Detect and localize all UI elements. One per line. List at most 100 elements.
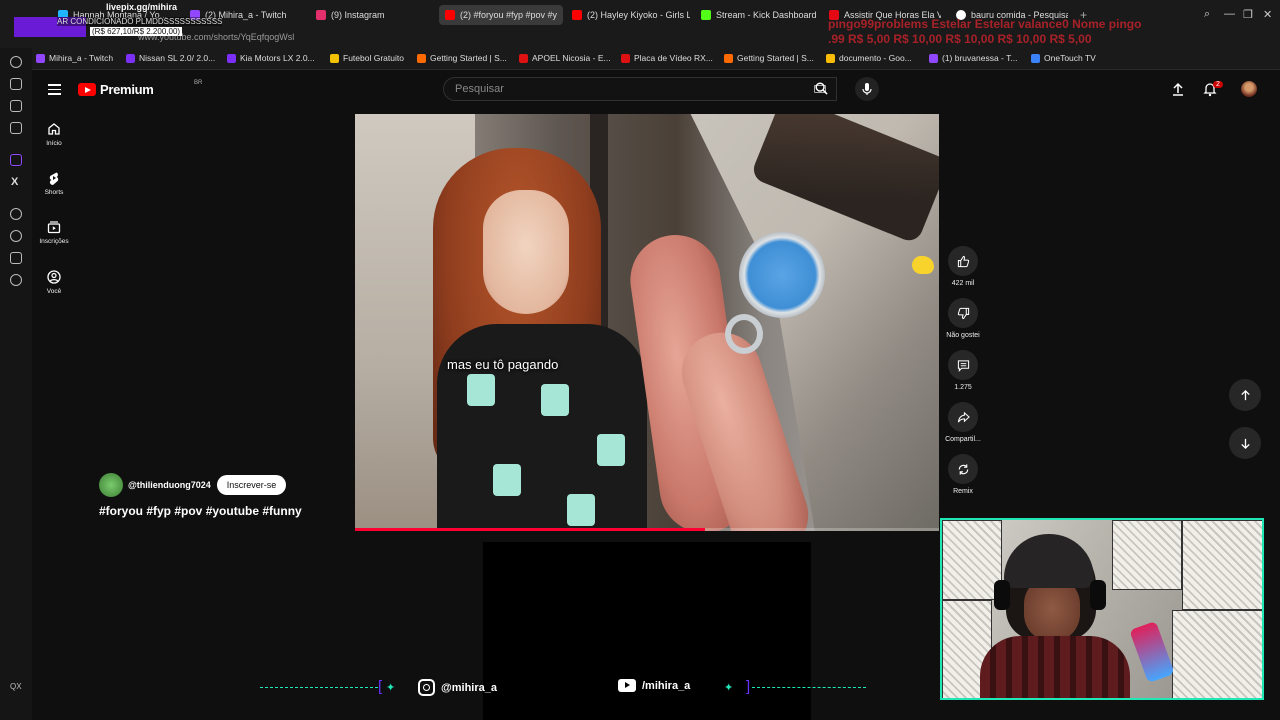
next-short-button[interactable] [1229, 427, 1261, 459]
menu-icon[interactable] [48, 84, 61, 95]
bookmark-item[interactable]: Nissan SL 2.0/ 2.0... [126, 53, 215, 63]
bookmark-label: documento - Goo... [839, 53, 912, 63]
decor-bracket: [ [378, 678, 383, 695]
dislike-button[interactable] [948, 298, 978, 328]
remix-button[interactable] [948, 454, 978, 484]
video-hashtags[interactable]: #foryou #fyp #pov #youtube #funny [99, 504, 302, 518]
youtube-icon [445, 10, 455, 20]
channel-name[interactable]: @thilienduong7024 [128, 480, 211, 490]
youtube-logo[interactable]: Premium BR [78, 80, 202, 97]
extensions-icon[interactable] [10, 78, 22, 90]
bookmark-item[interactable]: Futebol Gratuito [330, 53, 404, 63]
history-icon[interactable] [10, 56, 22, 68]
shorts-video-player[interactable]: mas eu tô pagando [355, 114, 939, 531]
settings-icon[interactable] [10, 274, 22, 286]
channel-info: @thilienduong7024 Inscrever-se [99, 473, 287, 497]
youtube-nav: Início Shorts Inscrições Você [32, 110, 76, 710]
microphone [1129, 620, 1175, 684]
bookmark-item[interactable]: Placa de Vídeo RX... [621, 53, 713, 63]
player-icon[interactable] [10, 208, 22, 220]
dislike-label: Não gostei [946, 332, 980, 339]
video-ring-band [725, 314, 763, 354]
remix-label: Remix [953, 488, 973, 495]
bookmark-label: Getting Started | S... [737, 53, 814, 63]
decor-bracket: ] [746, 678, 751, 695]
bookmark-item[interactable]: (1) bruvanessa - T... [929, 53, 1017, 63]
bookmark-item[interactable]: OneTouch TV [1031, 53, 1096, 63]
user-icon [47, 270, 61, 284]
bookmark-item[interactable]: documento - Goo... [826, 53, 912, 63]
tab-label: (9) Instagram [331, 10, 385, 20]
puzzle-icon[interactable] [10, 252, 22, 264]
search-tabs-icon[interactable]: ⌕ [1204, 8, 1210, 21]
youtube-text: /mihira_a [642, 679, 691, 692]
youtube-header: Premium BR Pesquisar 2 [32, 70, 1280, 110]
sparkle-icon: ✦ [386, 682, 396, 694]
subscribe-button[interactable]: Inscrever-se [216, 475, 287, 495]
collections-icon[interactable] [10, 100, 22, 112]
tab-instagram[interactable]: (9) Instagram [316, 6, 385, 24]
shirt-print [567, 494, 595, 526]
comments-count: 1.275 [954, 384, 972, 391]
remix-action: Remix [941, 454, 985, 495]
clock-icon[interactable] [10, 230, 22, 242]
x-icon[interactable]: X [11, 176, 23, 188]
voice-search-button[interactable] [855, 77, 879, 101]
close-icon[interactable]: ✕ [1263, 8, 1272, 21]
bookmark-item[interactable]: Getting Started | S... [417, 53, 507, 63]
mic-icon [862, 83, 872, 95]
nav-you[interactable]: Você [32, 270, 76, 295]
decor-line [752, 687, 866, 688]
like-button[interactable] [948, 246, 978, 276]
bookmark-item[interactable]: Kia Motors LX 2.0... [227, 53, 315, 63]
shirt-print [541, 384, 569, 416]
thumbs-down-icon [957, 307, 969, 319]
wall-poster [942, 520, 1002, 600]
instagram-text: @mihira_a [441, 681, 497, 694]
tv-icon [1031, 53, 1040, 63]
bookmark-item[interactable]: Mihira_a - Twitch [36, 53, 113, 63]
remix-icon [958, 463, 968, 475]
comments-action: 1.275 [941, 350, 985, 391]
account-avatar[interactable] [1241, 81, 1257, 97]
bookmark-item[interactable]: Getting Started | S... [724, 53, 814, 63]
search-input[interactable]: Pesquisar [443, 77, 837, 101]
upload-icon[interactable] [1171, 82, 1185, 96]
video-progress-bar[interactable] [355, 528, 939, 531]
previous-short-button[interactable] [1229, 379, 1261, 411]
tab-label: (2) Hayley Kiyoko - Girls L [587, 10, 690, 20]
messenger-icon[interactable] [10, 122, 22, 134]
instagram-icon [418, 679, 435, 696]
brand-name: Premium [100, 82, 154, 97]
nav-home[interactable]: Início [32, 122, 76, 147]
minimize-icon[interactable]: — [1224, 8, 1235, 20]
tab-hayley[interactable]: (2) Hayley Kiyoko - Girls L [572, 6, 690, 24]
maximize-icon[interactable]: ❐ [1243, 8, 1253, 21]
alert-goal-amount: (R$ 627,10/R$ 2.200,00) [90, 27, 183, 36]
youtube-icon [618, 679, 636, 692]
search-icon[interactable] [815, 82, 828, 95]
share-button[interactable] [948, 402, 978, 432]
home-icon [48, 123, 60, 135]
bookmark-label: Placa de Vídeo RX... [634, 53, 713, 63]
twitch-icon [36, 53, 45, 63]
tab-youtube-active[interactable]: (2) #foryou #fyp #pov #y [439, 5, 563, 25]
twitch-icon[interactable] [10, 154, 22, 166]
nav-label: Shorts [44, 189, 64, 196]
nav-label: Inscrições [39, 238, 69, 245]
alert-goal-text: AR CONDICIONADO PLMDDSSSSSSSSSSS [57, 17, 223, 26]
tab-kick[interactable]: Stream - Kick Dashboard [701, 6, 817, 24]
nav-shorts[interactable]: Shorts [32, 171, 76, 196]
country-code: BR [194, 80, 203, 86]
wall-poster [1182, 520, 1262, 610]
bookmark-item[interactable]: APOEL Nicosia - E... [519, 53, 611, 63]
comments-button[interactable] [948, 350, 978, 380]
streamer-shirt [980, 636, 1130, 698]
screen: { "browser": { "tabs": [ {"label": "Hann… [0, 0, 1280, 720]
channel-avatar[interactable] [99, 473, 123, 497]
nav-subscriptions[interactable]: Inscrições [32, 220, 76, 245]
video-person-face [483, 190, 569, 314]
tips-names: pingo99problems Estelar Estelar valance0… [828, 17, 1142, 31]
like-count: 422 mil [951, 280, 975, 287]
tab-label: Stream - Kick Dashboard [716, 10, 817, 20]
